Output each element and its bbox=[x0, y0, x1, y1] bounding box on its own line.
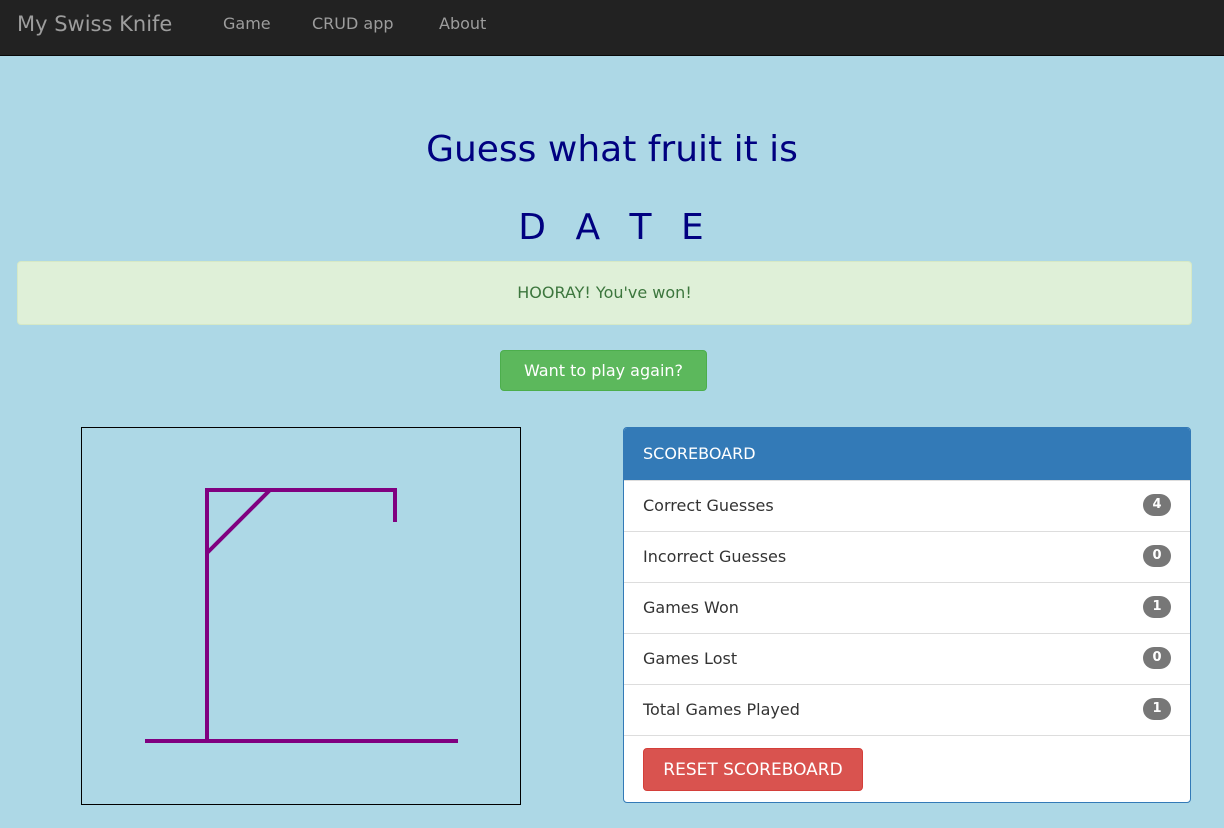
scoreboard-panel: SCOREBOARD Correct Guesses 4 Incorrect G… bbox=[623, 427, 1191, 803]
score-badge: 1 bbox=[1143, 698, 1171, 720]
reset-scoreboard-button[interactable]: RESET SCOREBOARD bbox=[643, 748, 863, 791]
score-badge: 0 bbox=[1143, 647, 1171, 669]
play-again-button[interactable]: Want to play again? bbox=[500, 350, 707, 391]
nav-link-about[interactable]: About bbox=[439, 13, 486, 35]
reset-container: RESET SCOREBOARD bbox=[624, 735, 1190, 802]
win-alert: HOORAY! You've won! bbox=[17, 261, 1192, 325]
word-letter: T bbox=[629, 207, 654, 248]
score-label: Correct Guesses bbox=[643, 496, 774, 515]
score-row-incorrect-guesses: Incorrect Guesses 0 bbox=[624, 531, 1190, 582]
word-letter: D bbox=[518, 207, 548, 248]
page-title: Guess what fruit it is bbox=[426, 129, 798, 170]
score-row-games-won: Games Won 1 bbox=[624, 582, 1190, 633]
score-badge: 0 bbox=[1143, 545, 1171, 567]
word-letter: E bbox=[680, 207, 706, 248]
hangman-canvas bbox=[81, 427, 521, 805]
gallows-drawing bbox=[145, 488, 458, 743]
gallows-brace bbox=[205, 488, 272, 555]
score-label: Games Won bbox=[643, 598, 739, 617]
navbar: My Swiss Knife Game CRUD app About bbox=[0, 0, 1224, 56]
navbar-brand[interactable]: My Swiss Knife bbox=[17, 10, 172, 38]
nav-link-crud-app[interactable]: CRUD app bbox=[312, 13, 394, 35]
score-row-total-games-played: Total Games Played 1 bbox=[624, 684, 1190, 735]
score-badge: 4 bbox=[1143, 494, 1171, 516]
score-row-games-lost: Games Lost 0 bbox=[624, 633, 1190, 684]
score-badge: 1 bbox=[1143, 596, 1171, 618]
word-letter: A bbox=[575, 207, 603, 248]
nav-link-game[interactable]: Game bbox=[223, 13, 271, 35]
score-label: Games Lost bbox=[643, 649, 738, 668]
guessed-word: D A T E bbox=[0, 202, 1224, 254]
score-label: Total Games Played bbox=[643, 700, 800, 719]
score-row-correct-guesses: Correct Guesses 4 bbox=[624, 480, 1190, 531]
scoreboard-heading: SCOREBOARD bbox=[624, 428, 1190, 480]
score-label: Incorrect Guesses bbox=[643, 547, 787, 566]
